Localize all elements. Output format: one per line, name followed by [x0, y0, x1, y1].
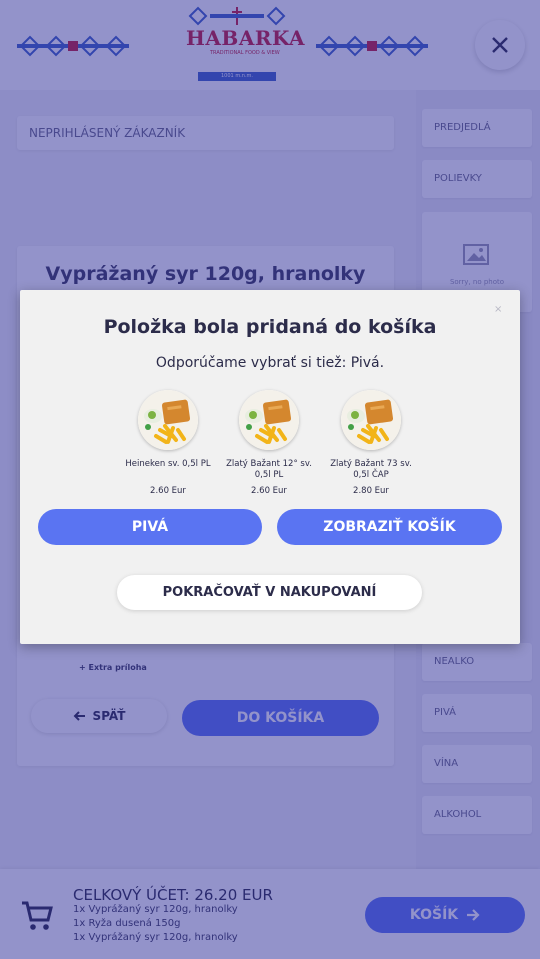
dialog-close-icon[interactable]: × — [494, 304, 502, 315]
recommended-item[interactable]: Zlatý Bažant 73 sv. 0,5l ČAP 2.80 Eur — [325, 390, 417, 496]
recommended-item-image — [239, 390, 299, 450]
fried-cheese-dish-image — [138, 390, 198, 450]
recommended-item-image — [341, 390, 401, 450]
recommended-item-image — [138, 390, 198, 450]
view-category-button[interactable]: PIVÁ — [38, 509, 262, 545]
recommended-item[interactable]: Heineken sv. 0,5l PL 2.60 Eur — [122, 390, 214, 496]
recommended-item-price: 2.60 Eur — [251, 486, 287, 496]
recommended-item[interactable]: Zlatý Bažant 12° sv. 0,5l PL 2.60 Eur — [223, 390, 315, 496]
recommended-item-price: 2.80 Eur — [353, 486, 389, 496]
show-cart-button[interactable]: ZOBRAZIŤ KOŠÍK — [277, 509, 502, 545]
added-to-cart-dialog: × Položka bola pridaná do košíka Odporúč… — [20, 290, 520, 644]
recommended-item-name: Zlatý Bažant 73 sv. 0,5l ČAP — [330, 459, 412, 480]
dialog-title: Položka bola pridaná do košíka — [103, 316, 437, 338]
fried-cheese-dish-image — [341, 390, 401, 450]
recommended-item-name: Zlatý Bažant 12° sv. 0,5l PL — [226, 459, 312, 480]
recommended-item-price: 2.60 Eur — [150, 486, 186, 496]
dialog-subtitle: Odporúčame vybrať si tiež: Pivá. — [155, 355, 385, 371]
continue-shopping-button[interactable]: POKRAČOVAŤ V NAKUPOVANÍ — [117, 575, 422, 610]
fried-cheese-dish-image — [239, 390, 299, 450]
recommended-item-name: Heineken sv. 0,5l PL — [125, 459, 211, 469]
